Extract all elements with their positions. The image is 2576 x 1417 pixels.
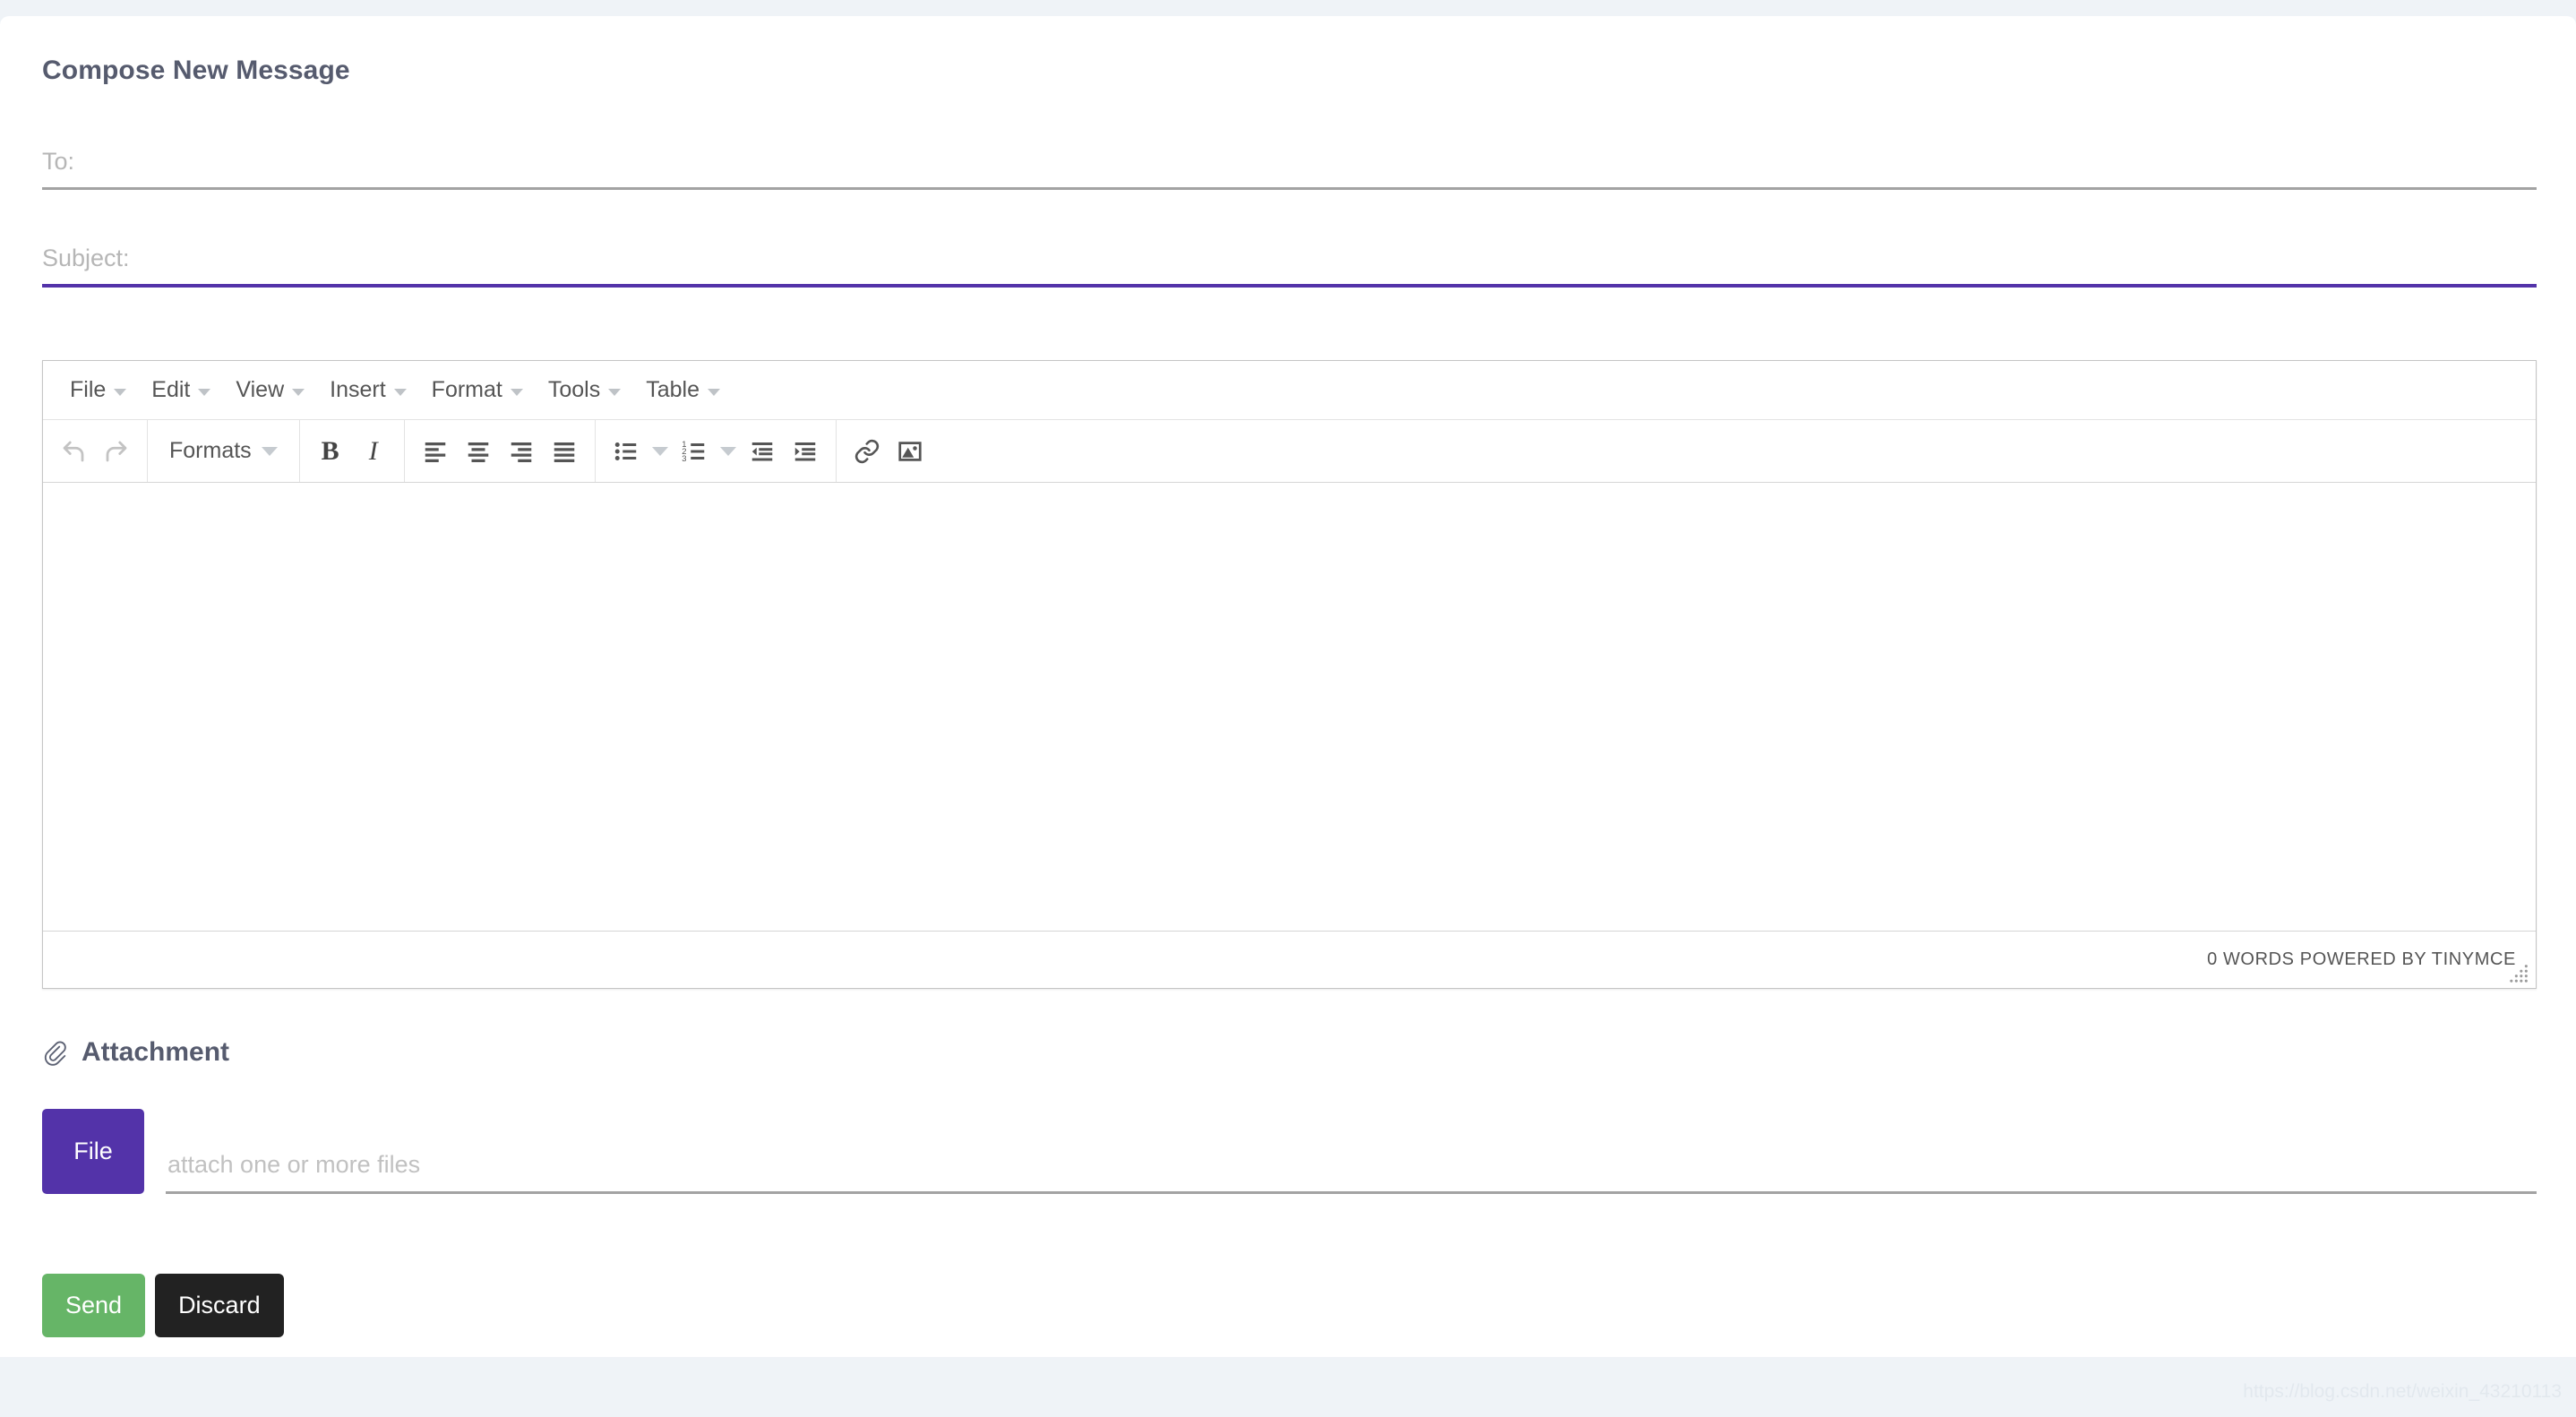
formats-dropdown[interactable]: Formats <box>157 433 290 469</box>
toolbar-group-lists: 1 2 3 <box>596 420 837 482</box>
chevron-down-icon <box>510 388 523 396</box>
chevron-down-icon <box>114 388 127 396</box>
chevron-down-icon <box>651 446 668 456</box>
outdent-icon[interactable] <box>741 430 784 473</box>
undo-icon[interactable] <box>52 430 95 473</box>
numbered-list-icon[interactable]: 1 2 3 <box>673 430 716 473</box>
paperclip-icon <box>42 1039 67 1066</box>
chevron-down-icon <box>608 388 622 396</box>
file-button[interactable]: File <box>42 1109 144 1194</box>
align-justify-icon[interactable] <box>543 430 586 473</box>
to-field-wrapper <box>42 146 2537 190</box>
chevron-down-icon <box>292 388 305 396</box>
toolbar-group-insert <box>837 420 940 482</box>
indent-icon[interactable] <box>784 430 827 473</box>
to-input[interactable] <box>42 146 2537 187</box>
compose-card-inner: Compose New Message File <box>0 16 2576 1357</box>
chevron-down-icon <box>198 388 211 396</box>
editor-toolbar: Formats B I 1 2 3 <box>43 420 2536 483</box>
image-icon[interactable] <box>889 430 932 473</box>
align-center-icon[interactable] <box>457 430 500 473</box>
attachment-row: File <box>42 1109 2537 1194</box>
menu-file-label: File <box>70 377 107 402</box>
menu-insert-label: Insert <box>330 377 386 402</box>
link-icon[interactable] <box>846 430 889 473</box>
menu-edit-label: Edit <box>151 377 191 402</box>
numbered-list-options-button[interactable] <box>716 432 741 471</box>
bullet-list-options-button[interactable] <box>648 432 673 471</box>
bullet-list-icon[interactable] <box>605 430 648 473</box>
toolbar-group-history <box>43 420 148 482</box>
discard-button[interactable]: Discard <box>155 1274 284 1337</box>
toolbar-group-inline: B I <box>300 420 405 482</box>
align-left-icon[interactable] <box>414 430 457 473</box>
bold-icon: B <box>321 435 339 466</box>
bold-button[interactable]: B <box>309 430 352 473</box>
page-title: Compose New Message <box>42 56 350 85</box>
chevron-down-icon <box>719 446 736 456</box>
formats-dropdown-label: Formats <box>169 438 252 463</box>
menu-tools[interactable]: Tools <box>536 371 633 409</box>
svg-text:3: 3 <box>682 454 686 463</box>
menu-view[interactable]: View <box>223 371 317 409</box>
redo-icon[interactable] <box>95 430 138 473</box>
menu-file[interactable]: File <box>57 371 139 409</box>
menu-insert[interactable]: Insert <box>317 371 419 409</box>
menu-format-label: Format <box>431 377 502 402</box>
page-root: Compose New Message File <box>0 0 2576 1417</box>
italic-button[interactable]: I <box>352 430 395 473</box>
attachment-field-underline <box>166 1191 2537 1194</box>
rich-text-editor: File Edit View Insert Format Tools Table… <box>42 360 2537 989</box>
menu-format[interactable]: Format <box>419 371 536 409</box>
attachment-input[interactable] <box>166 1150 2537 1191</box>
toolbar-group-formats: Formats <box>148 420 300 482</box>
editor-content-area[interactable] <box>43 483 2536 932</box>
menu-view-label: View <box>236 377 285 402</box>
italic-icon: I <box>368 435 378 466</box>
menu-table[interactable]: Table <box>633 371 733 409</box>
subject-field-underline <box>42 284 2537 288</box>
word-count-label: 0 WORDS POWERED BY TINYMCE <box>2207 949 2516 969</box>
editor-resize-handle[interactable] <box>2510 963 2529 983</box>
compose-card: Compose New Message File <box>0 16 2576 1357</box>
editor-statusbar: 0 WORDS POWERED BY TINYMCE <box>43 932 2536 987</box>
attachment-heading: Attachment <box>42 1037 229 1068</box>
to-field-underline <box>42 187 2537 190</box>
send-button[interactable]: Send <box>42 1274 146 1337</box>
menu-table-label: Table <box>646 377 700 402</box>
attachment-title: Attachment <box>82 1037 230 1067</box>
watermark-text: https://blog.csdn.net/weixin_43210113 <box>2243 1381 2562 1402</box>
chevron-down-icon <box>708 388 720 396</box>
chevron-down-icon <box>393 388 407 396</box>
editor-menubar: File Edit View Insert Format Tools Table <box>43 361 2536 420</box>
align-right-icon[interactable] <box>500 430 543 473</box>
chevron-down-icon <box>261 446 278 456</box>
action-buttons: Send Discard <box>42 1274 284 1337</box>
menu-tools-label: Tools <box>547 377 601 402</box>
attachment-field-wrapper <box>166 1150 2537 1194</box>
toolbar-group-align <box>405 420 596 482</box>
subject-input[interactable] <box>42 243 2537 284</box>
subject-field-wrapper <box>42 243 2537 288</box>
menu-edit[interactable]: Edit <box>139 371 223 409</box>
